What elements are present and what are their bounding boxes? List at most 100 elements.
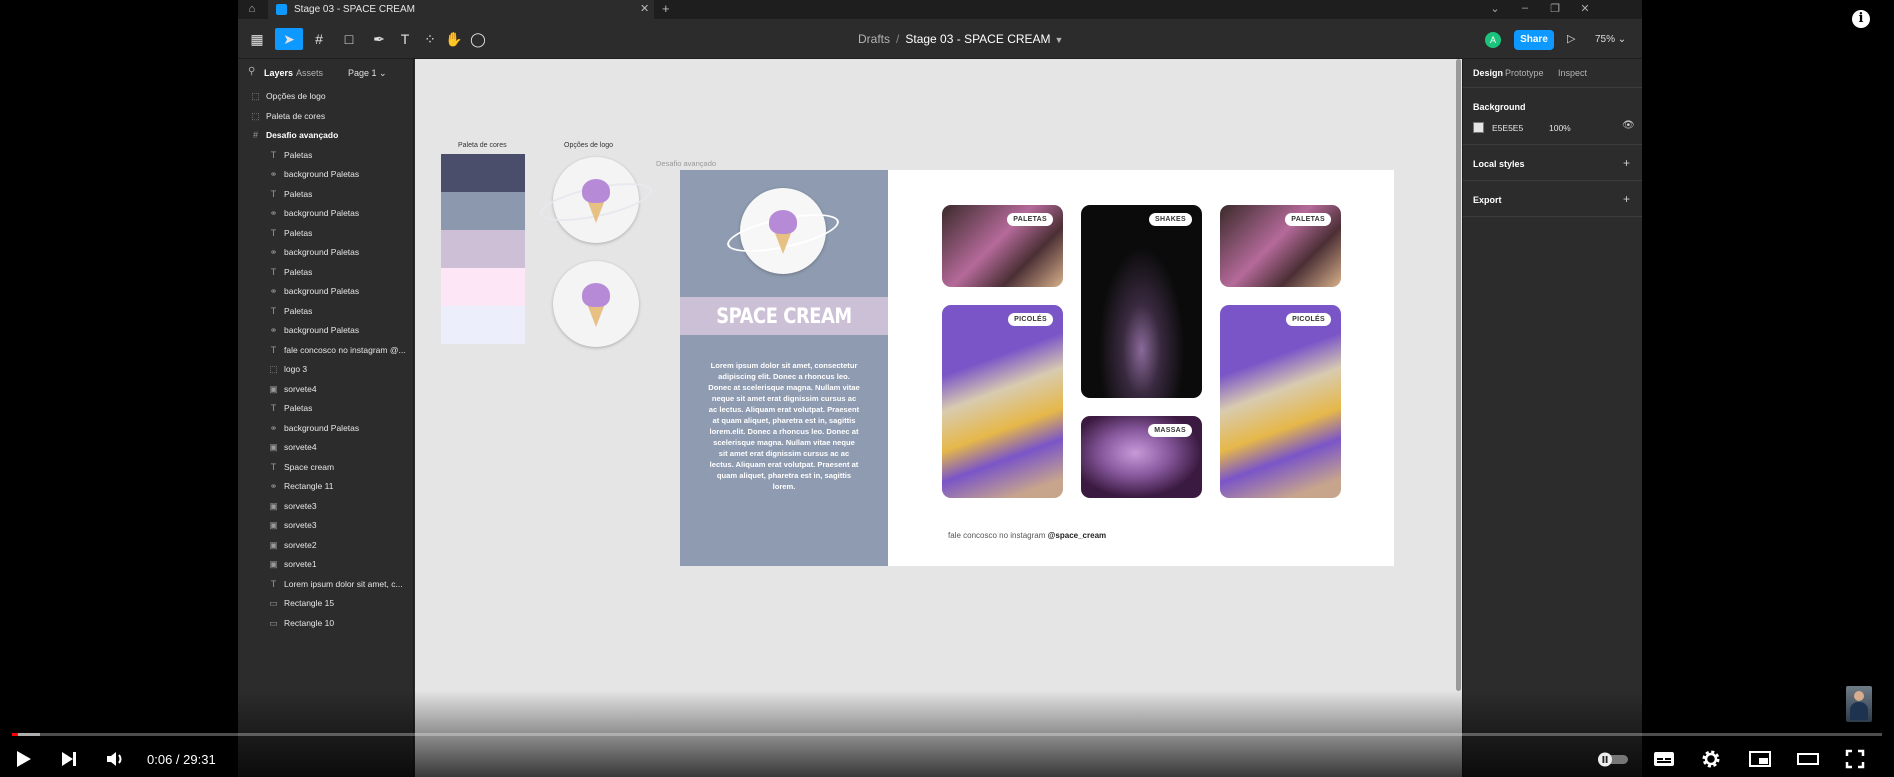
palette-swatch[interactable] bbox=[441, 268, 525, 306]
canvas-scrollbar[interactable] bbox=[1456, 59, 1461, 691]
layer-item-label: Desafio avançado bbox=[266, 130, 339, 140]
file-tab[interactable]: Stage 03 - SPACE CREAM ✕ bbox=[268, 0, 654, 19]
chevron-down-icon[interactable]: ▼ bbox=[1055, 35, 1064, 45]
resources-icon[interactable]: ⁘ bbox=[421, 28, 439, 50]
layer-item[interactable]: ▭ Rectangle 15 bbox=[238, 594, 413, 613]
layer-item[interactable]: # Desafio avançado bbox=[238, 126, 413, 145]
pen-tool-icon[interactable]: ✒ bbox=[368, 28, 390, 50]
video-player[interactable]: ⌂ Stage 03 - SPACE CREAM ✕ + ⌄ – ❐ ✕ ▦ ➤… bbox=[0, 0, 1894, 777]
tab-assets[interactable]: Assets bbox=[296, 68, 323, 78]
layer-item[interactable]: ▣ sorvete4 bbox=[238, 380, 413, 399]
comment-tool-icon[interactable]: ◯ bbox=[469, 28, 487, 50]
palette-swatch[interactable] bbox=[441, 154, 525, 192]
layer-item[interactable]: T Paletas bbox=[238, 302, 413, 321]
layer-item[interactable]: T Paletas bbox=[238, 399, 413, 418]
add-style-icon[interactable]: + bbox=[1623, 156, 1630, 170]
layer-item[interactable]: ⚭ background Paletas bbox=[238, 165, 413, 184]
subtitles-button[interactable] bbox=[1652, 748, 1676, 775]
search-icon[interactable]: ⚲ bbox=[248, 66, 255, 77]
tab-design[interactable]: Design bbox=[1473, 68, 1503, 78]
category-tag: PALETAS bbox=[1285, 213, 1331, 226]
layer-item[interactable]: ⚭ background Paletas bbox=[238, 204, 413, 223]
play-button[interactable] bbox=[12, 748, 34, 775]
fullscreen-button[interactable] bbox=[1844, 748, 1866, 775]
layer-item[interactable]: ⚭ Rectangle 11 bbox=[238, 477, 413, 496]
palette-swatch[interactable] bbox=[441, 230, 525, 268]
close-tab-icon[interactable]: ✕ bbox=[640, 2, 649, 15]
breadcrumb-drafts[interactable]: Drafts bbox=[858, 32, 890, 46]
layer-item[interactable]: T Paletas bbox=[238, 263, 413, 282]
background-color-swatch[interactable] bbox=[1473, 122, 1484, 133]
layer-item[interactable]: ▣ sorvete3 bbox=[238, 497, 413, 516]
logo-option[interactable] bbox=[537, 157, 655, 243]
shape-tool-icon[interactable]: □ bbox=[338, 28, 360, 50]
mute-button[interactable] bbox=[104, 748, 126, 775]
layer-item[interactable]: ▭ Rectangle 10 bbox=[238, 614, 413, 633]
frame-dashed-icon: ⬚ bbox=[251, 110, 260, 121]
layer-item[interactable]: T Paletas bbox=[238, 146, 413, 165]
background-opacity-input[interactable]: 100% bbox=[1549, 123, 1571, 133]
palette-swatch[interactable] bbox=[441, 306, 525, 344]
logo-options-frame-label[interactable]: Opções de logo bbox=[564, 142, 613, 149]
next-button[interactable] bbox=[58, 748, 80, 775]
product-image-paletas: PALETAS bbox=[1220, 205, 1341, 287]
miniplayer-button[interactable] bbox=[1748, 748, 1772, 775]
autoplay-toggle[interactable] bbox=[1596, 748, 1630, 775]
info-icon[interactable]: i bbox=[1852, 10, 1870, 28]
layer-item[interactable]: T Space cream bbox=[238, 458, 413, 477]
palette-frame-label[interactable]: Paleta de cores bbox=[458, 142, 507, 149]
minimize-icon[interactable]: – bbox=[1518, 2, 1532, 14]
frame-tool-icon[interactable]: # bbox=[308, 28, 330, 50]
layer-item[interactable]: T Paletas bbox=[238, 185, 413, 204]
present-play-icon[interactable]: ▷ bbox=[1567, 32, 1575, 45]
layer-item[interactable]: ▣ sorvete4 bbox=[238, 438, 413, 457]
presenter-head bbox=[1854, 691, 1864, 701]
chevron-down-icon[interactable]: ⌄ bbox=[1488, 2, 1502, 15]
restore-icon[interactable]: ❐ bbox=[1548, 2, 1562, 15]
canvas[interactable]: Paleta de cores Opções de logo Desafio a… bbox=[415, 59, 1462, 777]
eye-icon[interactable]: 👁 bbox=[1622, 120, 1635, 131]
layer-item[interactable]: ⬚ Paleta de cores bbox=[238, 107, 413, 126]
add-export-icon[interactable]: + bbox=[1623, 192, 1630, 206]
share-button[interactable]: Share bbox=[1514, 30, 1554, 50]
theater-mode-button[interactable] bbox=[1796, 748, 1820, 775]
close-window-icon[interactable]: ✕ bbox=[1578, 2, 1592, 15]
hand-tool-icon[interactable]: ✋ bbox=[445, 28, 463, 50]
background-hex-input[interactable]: E5E5E5 bbox=[1492, 123, 1523, 133]
layer-item-label: Lorem ipsum dolor sit amet, c... bbox=[284, 578, 403, 589]
layer-item[interactable]: T Lorem ipsum dolor sit amet, c... bbox=[238, 575, 413, 594]
zoom-dropdown[interactable]: 75% ⌄ bbox=[1595, 34, 1626, 45]
layer-item-label: background Paletas bbox=[284, 325, 360, 335]
layer-item[interactable]: ⚭ background Paletas bbox=[238, 243, 413, 262]
layer-item[interactable]: ⬚ Opções de logo bbox=[238, 87, 413, 106]
page-selector[interactable]: Page 1 ⌄ bbox=[348, 68, 387, 79]
palette-swatch[interactable] bbox=[441, 192, 525, 230]
tab-inspect[interactable]: Inspect bbox=[1558, 68, 1587, 78]
layer-item[interactable]: ▣ sorvete1 bbox=[238, 555, 413, 574]
layer-item[interactable]: ⚭ background Paletas bbox=[238, 321, 413, 340]
desafio-avancado-frame[interactable]: SPACE CREAM Lorem ipsum dolor sit amet, … bbox=[680, 170, 1394, 566]
main-menu-icon[interactable]: ▦ bbox=[246, 28, 268, 50]
avatar[interactable]: A bbox=[1485, 32, 1501, 48]
tab-prototype[interactable]: Prototype bbox=[1505, 68, 1544, 78]
layer-item[interactable]: ▣ sorvete3 bbox=[238, 516, 413, 535]
progress-bar[interactable] bbox=[12, 733, 1882, 736]
move-tool-icon[interactable]: ➤ bbox=[275, 28, 303, 50]
layer-item[interactable]: ⚭ background Paletas bbox=[238, 419, 413, 438]
new-tab-icon[interactable]: + bbox=[662, 1, 670, 16]
home-icon[interactable]: ⌂ bbox=[244, 2, 260, 17]
layer-item[interactable]: T Paletas bbox=[238, 224, 413, 243]
breadcrumb-file-name[interactable]: Stage 03 - SPACE CREAM bbox=[905, 32, 1050, 46]
logo-option[interactable] bbox=[553, 261, 639, 347]
layer-item[interactable]: Tfale concosco no instagram @... bbox=[238, 341, 413, 360]
text-tool-icon[interactable]: T bbox=[396, 28, 414, 50]
divider bbox=[1463, 87, 1642, 88]
layer-item-label: background Paletas bbox=[284, 247, 360, 257]
tab-layers[interactable]: Layers bbox=[264, 68, 293, 78]
layers-panel: ⚲ Layers Assets Page 1 ⌄ ⬚ Opções de logo… bbox=[238, 59, 414, 777]
layer-item[interactable]: ⬚ logo 3 bbox=[238, 360, 413, 379]
frame-title[interactable]: Desafio avançado bbox=[656, 159, 716, 168]
settings-button[interactable] bbox=[1700, 748, 1722, 775]
layer-item[interactable]: ⚭ background Paletas bbox=[238, 282, 413, 301]
layer-item[interactable]: ▣ sorvete2 bbox=[238, 536, 413, 555]
